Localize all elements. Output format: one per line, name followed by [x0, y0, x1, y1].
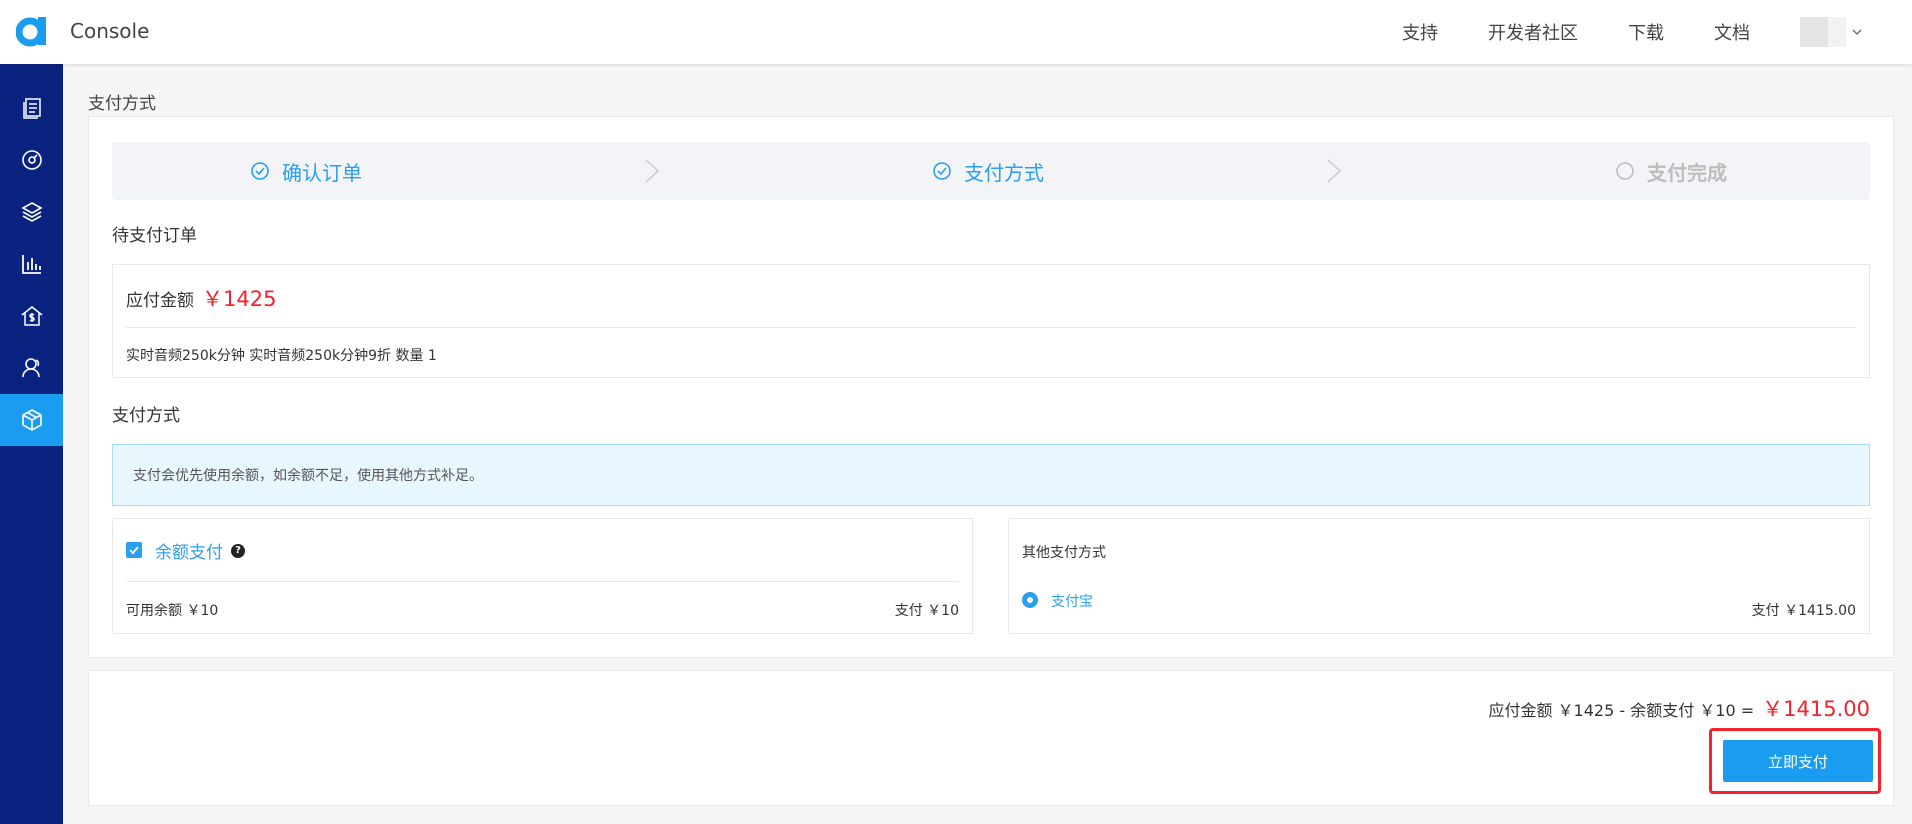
- balance-pay-amount: 支付 ￥10: [894, 603, 959, 619]
- billing-house-icon: [21, 306, 42, 326]
- chevron-right-icon: [645, 159, 660, 183]
- nav-developer-community[interactable]: 开发者社区: [1488, 19, 1578, 45]
- sidebar-item-documents[interactable]: [0, 82, 63, 134]
- check-circle-icon: [251, 162, 269, 180]
- other-pay-amount: 支付 ￥1415.00: [1751, 603, 1856, 619]
- total-amount: ￥1415.00: [1762, 697, 1870, 721]
- step-label: 支付方式: [964, 160, 1044, 185]
- sidebar-item-products[interactable]: [0, 394, 63, 446]
- amount-label: 应付金额: [126, 291, 194, 311]
- alipay-radio[interactable]: [1022, 592, 1038, 608]
- brand-logo-icon[interactable]: [16, 15, 48, 47]
- pay-button-highlight: 立即支付: [1709, 728, 1881, 794]
- pay-now-button[interactable]: 立即支付: [1723, 740, 1873, 782]
- order-detail: 实时音频250k分钟 实时音频250k分钟9折 数量 1: [126, 348, 437, 364]
- progress-steps: 确认订单 支付方式 支付完成: [112, 142, 1870, 200]
- sidebar-item-account[interactable]: [0, 342, 63, 394]
- check-icon: [129, 546, 139, 555]
- check-circle-icon: [933, 162, 951, 180]
- dashboard-gauge-icon: [21, 150, 42, 170]
- page-title: 支付方式: [88, 94, 156, 114]
- step-label: 支付完成: [1647, 160, 1727, 185]
- avatar[interactable]: [1800, 17, 1846, 47]
- amount-value: ￥1425: [202, 287, 277, 311]
- other-payment-box: 其他支付方式 支付宝 支付 ￥1415.00: [1008, 518, 1870, 634]
- formula-text: 应付金额 ￥1425 - 余额支付 ￥10 =: [1488, 701, 1755, 720]
- bar-chart-icon: [21, 255, 41, 274]
- sidebar-item-billing[interactable]: [0, 290, 63, 342]
- step-label: 确认订单: [282, 160, 362, 185]
- top-bar: Console 支持 开发者社区 下载 文档: [0, 0, 1912, 64]
- available-balance: 可用余额 ￥10: [126, 603, 219, 619]
- step-payment-method: 支付方式: [932, 142, 1044, 200]
- pending-order-title: 待支付订单: [112, 226, 197, 246]
- package-icon: [21, 409, 42, 431]
- step-confirm-order: 确认订单: [250, 142, 362, 200]
- payment-method-title: 支付方式: [112, 406, 180, 426]
- user-menu[interactable]: [1800, 17, 1864, 47]
- payment-summary: 应付金额 ￥1425 - 余额支付 ￥10 = ￥1415.00 立即支付: [88, 670, 1894, 806]
- amount-row: 应付金额 ￥1425: [126, 283, 276, 313]
- sidebar-item-statistics[interactable]: [0, 238, 63, 290]
- other-payment-title: 其他支付方式: [1022, 545, 1106, 561]
- sidebar-item-dashboard[interactable]: [0, 134, 63, 186]
- balance-payment-box: 余额支付 ? 可用余额 ￥10 支付 ￥10: [112, 518, 973, 634]
- app-title: Console: [70, 19, 150, 43]
- top-nav: 支持 开发者社区 下载 文档: [1352, 0, 1864, 64]
- payment-notice: 支付会优先使用余额，如余额不足，使用其他方式补足。: [112, 444, 1870, 506]
- order-box: 应付金额 ￥1425 实时音频250k分钟 实时音频250k分钟9折 数量 1: [112, 264, 1870, 378]
- chevron-right-icon: [1327, 159, 1342, 183]
- user-icon: [21, 358, 40, 378]
- empty-circle-icon: [1616, 162, 1634, 180]
- sidebar-item-layers[interactable]: [0, 186, 63, 238]
- layers-icon: [20, 202, 43, 222]
- sidebar: [0, 64, 63, 824]
- nav-docs[interactable]: 文档: [1714, 19, 1750, 45]
- divider: [126, 581, 959, 582]
- chevron-down-icon[interactable]: [1850, 25, 1864, 39]
- nav-support[interactable]: 支持: [1402, 19, 1438, 45]
- payment-card: 确认订单 支付方式 支付完成 待支付订单 应付金额 ￥1425 实时音频250k…: [88, 116, 1894, 658]
- alipay-label[interactable]: 支付宝: [1051, 591, 1093, 611]
- balance-payment-label[interactable]: 余额支付: [155, 538, 223, 563]
- amount-formula: 应付金额 ￥1425 - 余额支付 ￥10 = ￥1415.00: [1488, 693, 1870, 723]
- document-list-icon: [22, 98, 41, 119]
- step-payment-complete: 支付完成: [1615, 142, 1727, 200]
- divider: [126, 327, 1856, 328]
- nav-download[interactable]: 下载: [1628, 19, 1664, 45]
- balance-checkbox[interactable]: [126, 542, 142, 558]
- question-help-icon[interactable]: ?: [231, 544, 245, 558]
